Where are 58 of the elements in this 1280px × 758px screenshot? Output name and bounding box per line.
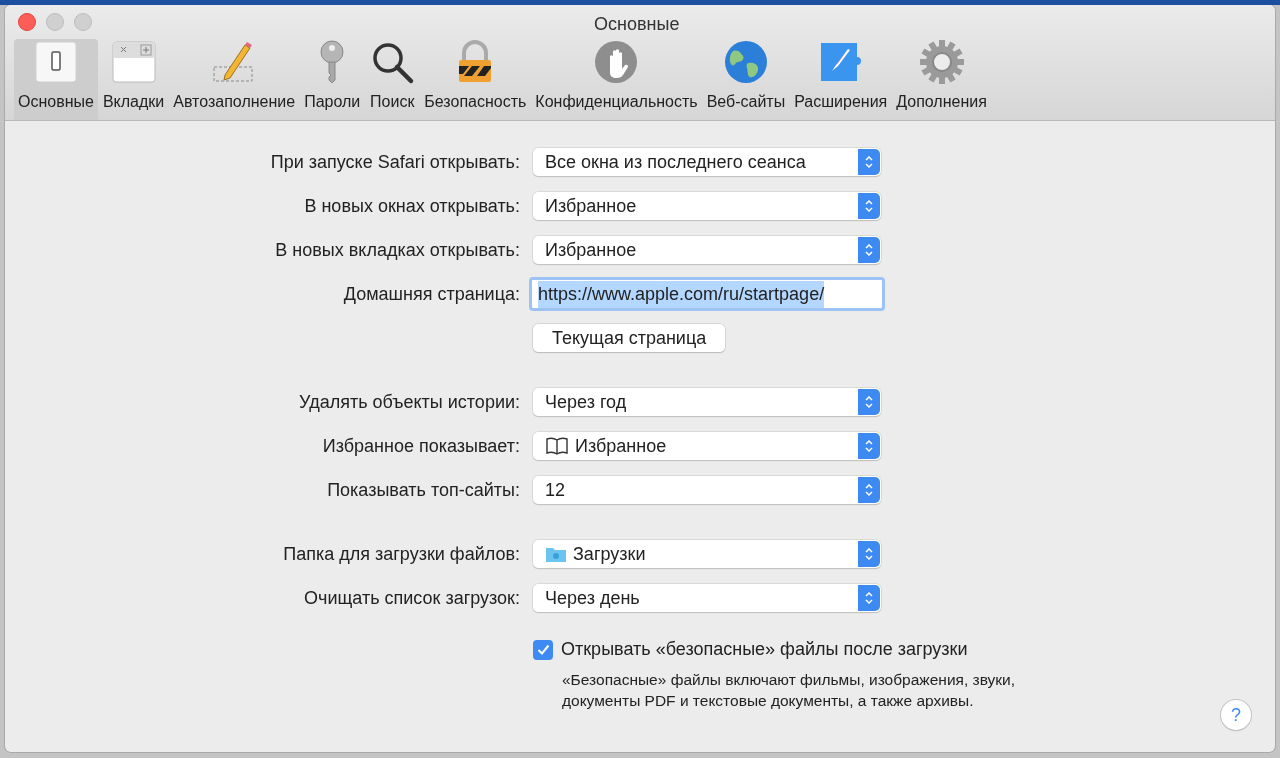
toolbar-tab[interactable]: Автозаполнение xyxy=(169,39,300,120)
stepper-icon xyxy=(858,237,880,263)
hand-icon xyxy=(593,39,640,85)
setting-label: Избранное показывает: xyxy=(322,434,520,458)
toolbar-tab[interactable]: Основные xyxy=(14,39,98,120)
popup-value: Через день xyxy=(545,586,640,610)
setting-label: При запуске Safari открывать: xyxy=(270,150,520,174)
toolbar-tab[interactable]: Расширения xyxy=(790,39,892,120)
globe-icon xyxy=(722,39,769,85)
window-title: Основные xyxy=(594,13,680,36)
help-button[interactable]: ? xyxy=(1221,700,1251,730)
stepper-icon xyxy=(858,541,880,567)
popup-button[interactable]: Загрузки xyxy=(533,540,881,568)
book-icon xyxy=(545,437,569,455)
popup-value: Через год xyxy=(545,390,627,414)
popup-value: 12 xyxy=(545,478,566,502)
gear-icon xyxy=(918,39,965,85)
popup-value: Избранное xyxy=(545,238,637,262)
setting-label: Очищать список загрузок: xyxy=(304,586,520,610)
popup-value: Избранное xyxy=(545,194,637,218)
toolbar-tab[interactable]: Безопасность xyxy=(420,39,531,120)
checkmark-icon xyxy=(536,644,550,655)
popup-button[interactable]: Через год xyxy=(533,388,881,416)
popup-value: Все окна из последнего сеанса xyxy=(545,150,806,174)
popup-button[interactable]: Избранное xyxy=(533,192,881,220)
popup-button[interactable]: Через день xyxy=(533,584,881,612)
toolbar-tab[interactable]: Пароли xyxy=(300,39,365,120)
setting-label: Папка для загрузки файлов: xyxy=(283,542,520,566)
setting-label: Удалять объекты истории: xyxy=(299,390,520,414)
close-button[interactable] xyxy=(18,13,36,31)
toolbar-tab[interactable]: Поиск xyxy=(365,39,420,120)
checkbox-label: Открывать «безопасные» файлы после загрузки xyxy=(561,638,968,661)
description-text: «Безопасные» файлы включают фильмы, изображения, звуки, документы PDF и текстовые документы, а также архивы. xyxy=(562,670,1017,711)
stepper-icon xyxy=(858,477,880,503)
stepper-icon xyxy=(858,433,880,459)
popup-button[interactable]: Все окна из последнего сеанса xyxy=(533,148,881,176)
current-page-button[interactable]: Текущая страница xyxy=(533,324,726,352)
stepper-icon xyxy=(858,149,880,175)
stepper-icon xyxy=(858,389,880,415)
folder-icon xyxy=(545,545,567,563)
setting-label: В новых окнах открывать: xyxy=(304,194,520,218)
popup-value: Загрузки xyxy=(573,542,646,566)
toolbar-tab[interactable]: Веб-сайты xyxy=(702,39,790,120)
stepper-icon xyxy=(858,585,880,611)
homepage-field[interactable]: https://www.apple.com/ru/startpage/ xyxy=(529,277,885,311)
popup-button[interactable]: 12 xyxy=(533,476,881,504)
popup-button[interactable]: Избранное xyxy=(533,432,881,460)
setting-label: Домашняя страница: xyxy=(343,282,520,306)
setting-label: В новых вкладках открывать: xyxy=(275,238,520,262)
popup-value: Избранное xyxy=(575,434,667,458)
popup-button[interactable]: Избранное xyxy=(533,236,881,264)
toolbar-tab[interactable]: Дополнения xyxy=(892,39,991,120)
toolbar-tab[interactable]: Конфиденциальность xyxy=(531,39,702,120)
checkbox[interactable] xyxy=(533,639,553,660)
stepper-icon xyxy=(858,193,880,219)
tab-bar-icon xyxy=(110,39,157,85)
toolbar-tab[interactable]: Вкладки xyxy=(98,39,169,120)
setting-label: Показывать топ-сайты: xyxy=(327,478,520,502)
